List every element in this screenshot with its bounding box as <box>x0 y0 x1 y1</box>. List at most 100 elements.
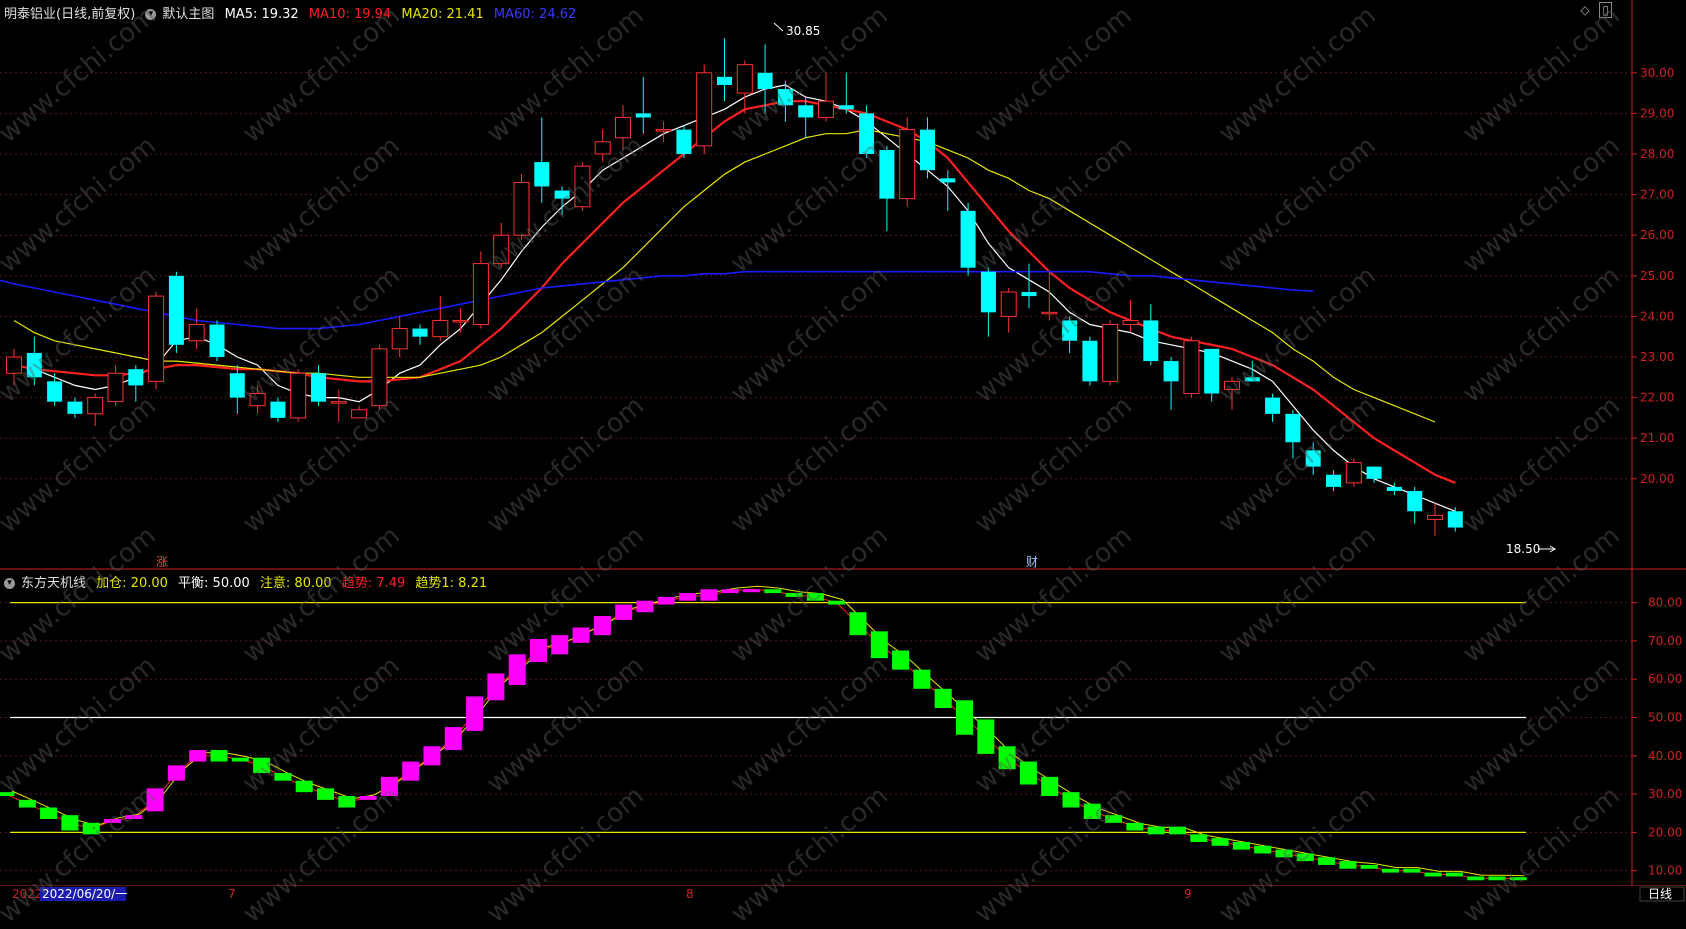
candle-body[interactable] <box>1143 320 1159 362</box>
osc-bar[interactable] <box>146 788 164 812</box>
osc-bar[interactable] <box>764 589 782 594</box>
osc-bar[interactable] <box>934 688 952 708</box>
osc-bar[interactable] <box>657 596 675 605</box>
candle-body[interactable] <box>1407 490 1423 512</box>
osc-bar[interactable] <box>1169 826 1186 835</box>
candle-body[interactable] <box>168 275 184 345</box>
osc-bar[interactable] <box>1403 868 1421 873</box>
candle-body[interactable] <box>209 324 225 357</box>
osc-bar[interactable] <box>743 589 760 593</box>
candle-body[interactable] <box>1163 361 1179 382</box>
osc-bar[interactable] <box>423 746 441 766</box>
osc-bar[interactable] <box>806 593 824 601</box>
candle-body[interactable] <box>736 64 753 94</box>
candle-body[interactable] <box>1204 348 1220 394</box>
candle-body[interactable] <box>859 113 875 154</box>
osc-bar[interactable] <box>167 765 185 781</box>
osc-bar[interactable] <box>1382 868 1399 873</box>
candle-body[interactable] <box>47 381 63 402</box>
osc-bar[interactable] <box>721 589 739 594</box>
candle-body[interactable] <box>696 72 713 147</box>
osc-bar[interactable] <box>785 593 803 597</box>
osc-bar[interactable] <box>593 616 611 636</box>
osc-bar[interactable] <box>1254 845 1272 854</box>
candle-body[interactable] <box>980 271 996 313</box>
candle-body[interactable] <box>594 141 611 155</box>
candle-body[interactable] <box>270 401 286 418</box>
candle-body[interactable] <box>290 372 307 419</box>
osc-bar[interactable] <box>1424 872 1442 877</box>
candle-body[interactable] <box>452 319 469 323</box>
diamond-icon[interactable]: ◇ <box>1580 3 1589 17</box>
osc-bar[interactable] <box>1105 815 1123 823</box>
osc-bar[interactable] <box>1019 761 1037 785</box>
candle-body[interactable] <box>899 129 916 200</box>
osc-bar[interactable] <box>1275 849 1293 858</box>
osc-bar[interactable] <box>82 822 100 835</box>
candle-body[interactable] <box>107 372 124 403</box>
osc-bar[interactable] <box>1232 841 1250 850</box>
candle-body[interactable] <box>351 409 368 419</box>
candle-body[interactable] <box>26 352 42 378</box>
osc-bar[interactable] <box>977 719 995 754</box>
osc-bar[interactable] <box>892 650 910 670</box>
candle-body[interactable] <box>6 356 22 374</box>
candle-body[interactable] <box>534 162 550 187</box>
candle-body[interactable] <box>1082 340 1098 382</box>
candle-body[interactable] <box>87 397 104 415</box>
candle-body[interactable] <box>655 129 672 132</box>
candle-body[interactable] <box>188 324 205 342</box>
candle-body[interactable] <box>676 129 692 154</box>
candle-body[interactable] <box>371 348 388 407</box>
osc-bar[interactable] <box>380 776 398 797</box>
candle-body[interactable] <box>1305 450 1321 467</box>
candle-body[interactable] <box>1102 324 1119 382</box>
candle-body[interactable] <box>1285 413 1301 443</box>
candlestick-series[interactable] <box>6 38 1463 536</box>
osc-bar[interactable] <box>338 796 356 808</box>
osc-bar[interactable] <box>1339 861 1357 869</box>
candle-body[interactable] <box>757 72 773 90</box>
osc-bar[interactable] <box>210 750 228 762</box>
osc-bar[interactable] <box>359 796 377 800</box>
osc-bar[interactable] <box>317 788 334 800</box>
candle-body[interactable] <box>249 393 266 407</box>
candle-body[interactable] <box>311 373 326 402</box>
candle-body[interactable] <box>1386 486 1402 491</box>
candle-body[interactable] <box>1122 319 1139 326</box>
candle-body[interactable] <box>229 373 245 398</box>
osc-bar[interactable] <box>444 727 462 751</box>
candle-body[interactable] <box>1041 311 1058 315</box>
osc-bar[interactable] <box>849 612 867 636</box>
osc-bar[interactable] <box>828 600 846 605</box>
osc-bar[interactable] <box>1041 776 1059 797</box>
candle-body[interactable] <box>1366 466 1382 479</box>
osc-bar[interactable] <box>1360 864 1378 869</box>
osc-bar[interactable] <box>295 780 313 793</box>
osc-bar[interactable] <box>508 654 526 685</box>
candle-body[interactable] <box>615 116 631 139</box>
osc-bar[interactable] <box>1083 803 1101 819</box>
candle-body[interactable] <box>1345 462 1362 484</box>
candle-body[interactable] <box>1427 514 1443 520</box>
osc-bar[interactable] <box>956 700 973 735</box>
osc-bar[interactable] <box>0 792 15 797</box>
osc-bar[interactable] <box>1509 877 1527 881</box>
candle-body[interactable] <box>1062 320 1078 341</box>
candle-body[interactable] <box>1447 511 1463 528</box>
candle-body[interactable] <box>513 181 530 236</box>
candle-body[interactable] <box>838 105 854 110</box>
osc-bar[interactable] <box>1467 876 1485 881</box>
osc-bar[interactable] <box>274 773 292 781</box>
candle-body[interactable] <box>1183 340 1200 395</box>
candle-body[interactable] <box>330 401 347 404</box>
osc-bar[interactable] <box>1318 857 1336 865</box>
osc-bar[interactable] <box>1211 838 1229 846</box>
panel-toggle-icon[interactable]: ▯ <box>1599 2 1612 18</box>
osc-bar[interactable] <box>18 799 36 808</box>
candle-body[interactable] <box>391 328 408 350</box>
osc-bar[interactable] <box>1296 853 1314 862</box>
osc-bar[interactable] <box>40 807 58 819</box>
osc-bar[interactable] <box>636 600 654 613</box>
candle-body[interactable] <box>412 328 428 337</box>
